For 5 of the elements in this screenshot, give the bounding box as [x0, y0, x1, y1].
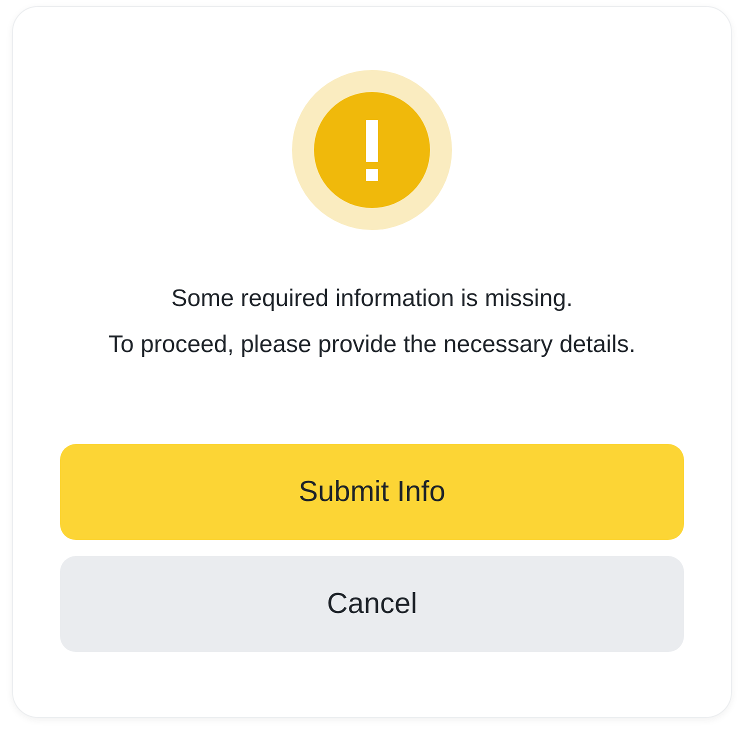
- cancel-button[interactable]: Cancel: [60, 556, 684, 652]
- warning-icon: [292, 70, 452, 230]
- submit-button[interactable]: Submit Info: [60, 444, 684, 540]
- message-text: To proceed, please provide the necessary details.: [108, 330, 636, 360]
- message-text: Some required information is missing.: [171, 284, 573, 314]
